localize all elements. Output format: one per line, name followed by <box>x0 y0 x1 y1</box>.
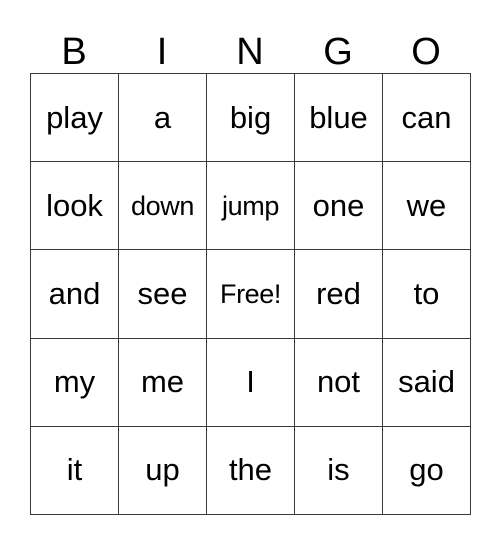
bingo-cell[interactable]: down <box>118 161 207 251</box>
bingo-cell-label: play <box>46 100 103 135</box>
bingo-row: and see Free! red to <box>30 249 471 339</box>
bingo-cell-label: said <box>398 365 455 400</box>
bingo-cell[interactable]: is <box>294 426 383 515</box>
bingo-cell[interactable]: to <box>382 249 471 339</box>
bingo-cell[interactable]: me <box>118 338 207 427</box>
bingo-cell[interactable]: red <box>294 249 383 339</box>
bingo-cell-label: down <box>131 190 194 221</box>
bingo-cell[interactable]: can <box>382 73 471 163</box>
bingo-cell-label: look <box>46 188 103 223</box>
bingo-free-space[interactable]: Free! <box>206 249 295 339</box>
bingo-cell-label: not <box>316 365 361 400</box>
bingo-cell[interactable]: it <box>30 426 119 515</box>
bingo-cell[interactable]: we <box>382 161 471 251</box>
bingo-cell-label: one <box>312 188 365 223</box>
bingo-header-letter-b: B <box>61 31 87 73</box>
bingo-cell[interactable]: a <box>118 73 207 163</box>
bingo-cell-label: we <box>406 188 447 223</box>
bingo-cell[interactable]: not <box>294 338 383 427</box>
bingo-cell-label: is <box>327 453 350 488</box>
bingo-header-letter-i: I <box>156 31 168 73</box>
bingo-cell-label: can <box>401 100 452 135</box>
bingo-free-space-label: Free! <box>219 278 282 309</box>
bingo-grid: play a big blue can look down jump one w… <box>30 73 471 515</box>
bingo-cell-label: big <box>229 100 272 135</box>
bingo-cell-label: see <box>137 276 188 311</box>
bingo-cell-label: my <box>53 365 96 400</box>
bingo-cell[interactable]: play <box>30 73 119 163</box>
bingo-cell-label: go <box>409 453 444 488</box>
bingo-cell-label: to <box>413 276 440 311</box>
bingo-cell-label: it <box>66 453 83 488</box>
bingo-cell[interactable]: I <box>206 338 295 427</box>
bingo-cell[interactable]: see <box>118 249 207 339</box>
bingo-cell[interactable]: up <box>118 426 207 515</box>
bingo-row: play a big blue can <box>30 73 471 163</box>
bingo-header-letter-g: G <box>323 31 353 73</box>
bingo-cell[interactable]: big <box>206 73 295 163</box>
bingo-cell[interactable]: my <box>30 338 119 427</box>
bingo-cell-label: red <box>316 276 361 311</box>
bingo-header-letter-o: O <box>411 31 441 73</box>
bingo-cell-label: jump <box>222 190 279 221</box>
bingo-cell[interactable]: jump <box>206 161 295 251</box>
bingo-cell-label: and <box>48 276 101 311</box>
bingo-row: my me I not said <box>30 338 471 427</box>
bingo-cell-label: blue <box>309 100 368 135</box>
bingo-cell[interactable]: blue <box>294 73 383 163</box>
bingo-cell[interactable]: go <box>382 426 471 515</box>
bingo-cell[interactable]: said <box>382 338 471 427</box>
bingo-cell[interactable]: and <box>30 249 119 339</box>
bingo-cell-label: up <box>145 453 180 488</box>
bingo-header-row: B I N G O <box>30 22 470 73</box>
bingo-cell[interactable]: the <box>206 426 295 515</box>
bingo-row: look down jump one we <box>30 161 471 251</box>
bingo-cell-label: I <box>246 365 255 400</box>
bingo-cell[interactable]: look <box>30 161 119 251</box>
bingo-cell-label: a <box>153 100 172 135</box>
bingo-cell-label: the <box>228 453 273 488</box>
bingo-row: it up the is go <box>30 426 471 515</box>
bingo-header-letter-n: N <box>236 31 264 73</box>
bingo-cell[interactable]: one <box>294 161 383 251</box>
bingo-cell-label: me <box>140 365 185 400</box>
bingo-card: B I N G O play a big blue can look down … <box>0 0 500 544</box>
